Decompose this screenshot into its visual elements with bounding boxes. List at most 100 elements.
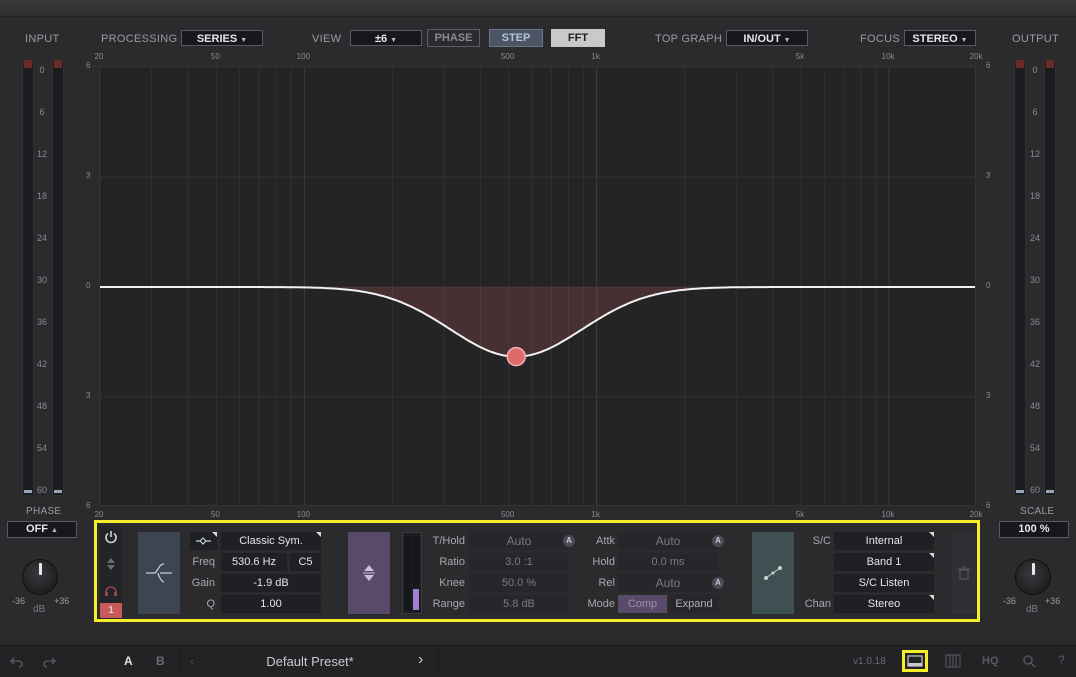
mode-comp-button[interactable]: Comp: [618, 595, 667, 613]
hold-label: Hold: [592, 556, 615, 568]
top-graph-dropdown[interactable]: IN/OUT ▼: [726, 30, 808, 46]
input-clip-indicator-left[interactable]: [24, 60, 32, 68]
output-meter-right: [1044, 60, 1056, 496]
output-clip-indicator-left[interactable]: [1016, 60, 1024, 68]
meter-scale-label: 30: [36, 275, 47, 285]
hq-button[interactable]: HQ: [982, 655, 999, 667]
power-icon[interactable]: [103, 529, 119, 545]
input-knob-max: +36: [54, 596, 70, 606]
db-tick-label: 6: [86, 61, 91, 70]
next-preset-icon[interactable]: ›: [418, 651, 423, 669]
undo-icon[interactable]: [10, 654, 24, 668]
q-field[interactable]: 1.00: [221, 595, 321, 613]
meter-scale-label: 6: [39, 107, 45, 117]
note-field[interactable]: C5: [290, 553, 321, 571]
focus-dropdown[interactable]: STEREO ▼: [904, 30, 976, 46]
output-meter-level-right: [1046, 490, 1054, 493]
db-tick-label: 6: [986, 501, 991, 510]
mode-expand-button[interactable]: Expand: [670, 595, 718, 613]
meter-scale-label: 36: [1029, 317, 1040, 327]
db-tick-label: 0: [986, 281, 991, 290]
freq-tick-label: 50: [210, 52, 220, 61]
shape-icon-button[interactable]: [190, 532, 217, 550]
meter-scale-label: 12: [36, 149, 47, 159]
range-label: Range: [432, 598, 465, 610]
output-label: OUTPUT: [1012, 33, 1060, 45]
filter-type-button[interactable]: [138, 532, 180, 614]
focus-label: FOCUS: [860, 33, 900, 45]
meter-scale-label: 30: [1029, 275, 1040, 285]
delete-band-button[interactable]: [952, 532, 976, 614]
eq-graph[interactable]: [99, 66, 976, 506]
ab-a-button[interactable]: A: [124, 654, 133, 668]
dynamics-toggle-button[interactable]: [348, 532, 390, 614]
sidechain-route-icon: [764, 566, 782, 580]
input-meter-right: [52, 60, 64, 496]
attk-auto-badge[interactable]: A: [712, 535, 724, 547]
thold-field[interactable]: Auto: [469, 532, 569, 550]
freq-tick-label: 100: [296, 52, 310, 61]
thold-auto-badge[interactable]: A: [563, 535, 575, 547]
help-icon[interactable]: ?: [1058, 653, 1065, 667]
sc-source-dropdown[interactable]: Internal: [834, 532, 934, 550]
sidechain-toggle-button[interactable]: [752, 532, 794, 614]
redo-icon[interactable]: [42, 654, 56, 668]
view-range-value: ±6: [374, 33, 388, 45]
divider: [179, 646, 180, 676]
output-clip-indicator-right[interactable]: [1046, 60, 1054, 68]
version-label: v1.0.18: [853, 656, 886, 667]
phase-dropdown[interactable]: OFF ▲: [7, 521, 77, 538]
knee-label: Knee: [439, 577, 465, 589]
input-gain-knob[interactable]: [22, 559, 58, 595]
headphones-icon[interactable]: [104, 584, 118, 596]
fft-button[interactable]: FFT: [551, 29, 605, 47]
meter-scale-label: 54: [1029, 443, 1040, 453]
sc-band-dropdown[interactable]: Band 1: [834, 553, 934, 571]
preset-name[interactable]: Default Preset*: [230, 654, 390, 669]
panel-toggle-button[interactable]: [902, 650, 928, 672]
range-field[interactable]: 5.8 dB: [469, 595, 569, 613]
phase-value: OFF: [26, 523, 49, 535]
output-gain-knob[interactable]: [1015, 559, 1051, 595]
db-tick-label: 6: [986, 61, 991, 70]
view-range-dropdown[interactable]: ±6 ▼: [350, 30, 422, 46]
solo-icon[interactable]: [105, 557, 117, 571]
hold-field[interactable]: 0.0 ms: [618, 553, 718, 571]
chevron-up-icon: ▲: [51, 527, 58, 534]
search-icon[interactable]: [1022, 654, 1036, 668]
freq-tick-label: 5k: [795, 52, 805, 61]
phase-button[interactable]: PHASE: [427, 29, 480, 47]
meter-scale-label: 60: [36, 485, 47, 495]
knee-field[interactable]: 50.0 %: [469, 574, 569, 592]
db-tick-label: 3: [986, 171, 991, 180]
gain-field[interactable]: -1.9 dB: [221, 574, 321, 592]
step-button[interactable]: STEP: [489, 29, 543, 47]
freq-tick-label: 500: [500, 510, 515, 519]
bell-shape-icon: [196, 537, 211, 545]
processing-dropdown[interactable]: SERIES ▼: [181, 30, 263, 46]
input-clip-indicator-right[interactable]: [54, 60, 62, 68]
ab-b-button[interactable]: B: [156, 654, 165, 668]
db-tick-label: 3: [986, 391, 991, 400]
rel-label: Rel: [598, 577, 615, 589]
rel-auto-badge[interactable]: A: [712, 577, 724, 589]
eq-graph-canvas[interactable]: [100, 67, 975, 505]
prev-preset-icon[interactable]: ‹: [190, 654, 194, 668]
freq-tick-label: 100: [296, 510, 310, 519]
piano-icon[interactable]: [945, 654, 961, 668]
sc-listen-button[interactable]: S/C Listen: [834, 574, 934, 592]
rel-field[interactable]: Auto: [618, 574, 718, 592]
chevron-down-icon: ▼: [390, 37, 398, 44]
db-tick-label: 6: [86, 501, 91, 510]
freq-field[interactable]: 530.6 Hz: [221, 553, 287, 571]
attk-field[interactable]: Auto: [618, 532, 718, 550]
processing-value: SERIES: [196, 33, 238, 45]
chan-dropdown[interactable]: Stereo: [834, 595, 934, 613]
ratio-field[interactable]: 3.0 :1: [469, 553, 569, 571]
scale-field[interactable]: 100 %: [999, 521, 1069, 538]
meter-scale-label: 18: [1029, 191, 1040, 201]
gain-label: Gain: [191, 577, 215, 589]
band-number-badge[interactable]: 1: [100, 603, 122, 618]
band-node-handle[interactable]: [506, 346, 526, 367]
shape-dropdown[interactable]: Classic Sym.: [221, 532, 321, 550]
